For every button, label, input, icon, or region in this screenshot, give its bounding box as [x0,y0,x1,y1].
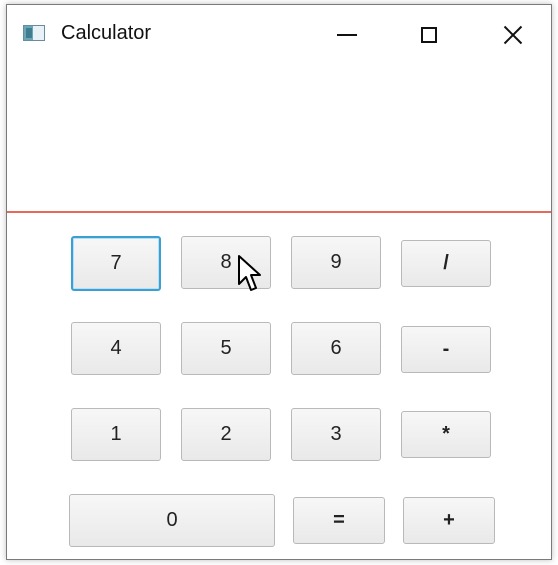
key-multiply[interactable]: * [401,411,491,458]
key-9[interactable]: 9 [291,236,381,289]
key-7[interactable]: 7 [71,236,161,291]
key-subtract[interactable]: - [401,326,491,373]
mouse-pointer-icon [238,255,261,291]
key-divide[interactable]: / [401,240,491,287]
key-equals[interactable]: = [293,497,385,544]
key-add[interactable]: + [403,497,495,544]
key-1[interactable]: 1 [71,408,161,461]
key-3[interactable]: 3 [291,408,381,461]
calculator-window: Calculator 7 8 9 / 4 5 6 - 1 2 3 * 0 = + [6,4,552,560]
key-5[interactable]: 5 [181,322,271,375]
key-0[interactable]: 0 [69,494,275,547]
key-6[interactable]: 6 [291,322,381,375]
key-4[interactable]: 4 [71,322,161,375]
key-2[interactable]: 2 [181,408,271,461]
keypad: 7 8 9 / 4 5 6 - 1 2 3 * 0 = + [7,5,551,559]
